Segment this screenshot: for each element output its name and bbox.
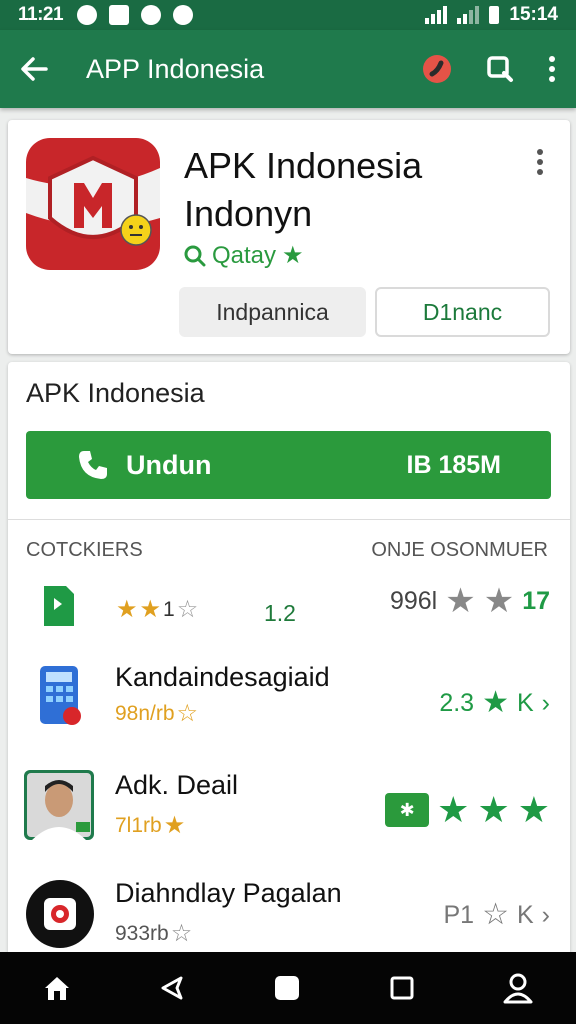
clock-icon (77, 5, 98, 25)
list-item-name: Diahndlay Pagalan (115, 878, 342, 908)
star-icon: ★ (445, 582, 476, 620)
rating-text: Qatay (212, 242, 277, 269)
list-item[interactable]: Kandaindesagiaid 98n/rb ☆ 2.3 ★ K › (8, 654, 570, 754)
puzzle-icon: ✱ (385, 793, 430, 827)
star-icon: ★ (482, 686, 509, 719)
list-item-count: P1 (443, 900, 475, 929)
back-arrow-icon[interactable] (20, 55, 48, 83)
list-item-name: Adk. Deail (115, 770, 239, 800)
list-item-rating: ★ ★ 1 ☆ (116, 598, 198, 622)
star-icon: ★ (483, 582, 515, 620)
install-size: IB 185M (406, 450, 501, 479)
search-icon[interactable] (486, 55, 514, 83)
list-item-right: ✱ ★ ★ ★ (385, 792, 550, 828)
image-icon (109, 5, 130, 25)
install-label: Undun (126, 449, 212, 480)
list-item-right: 996l ★ ★ 17 (390, 584, 550, 618)
star-icon: ★ (163, 812, 186, 839)
star-icon: ★ (139, 596, 162, 623)
primary-button[interactable]: Indpannica (179, 287, 366, 337)
status-time-right: 15:14 (509, 4, 558, 25)
app-logo-icon (26, 138, 160, 270)
status-bar: 11:21 15:14 (0, 0, 576, 30)
list-item-sub: 7l1rb ★ (115, 812, 186, 839)
card-more-icon[interactable] (536, 148, 544, 181)
toolbar-title: APP Indonesia (86, 53, 265, 84)
list-item-suffix: K (516, 688, 534, 717)
section-title: APK Indonesia (26, 378, 205, 408)
list-item-right: 2.3 ★ K › (439, 688, 550, 718)
record-icon[interactable] (422, 54, 452, 84)
secondary-button[interactable]: D1nanc (375, 287, 550, 337)
list-item-sub: 98n/rb ☆ (115, 700, 199, 727)
app-switch-icon[interactable] (272, 973, 302, 1003)
column-header-right: ONJE OSONMUER (371, 539, 548, 561)
list-item-right: P1 ☆ K › (443, 900, 550, 930)
app-header-card: APK Indonesia Indonyn Qatay ★ Indpannica… (8, 120, 570, 354)
signal-icon-2 (457, 6, 480, 24)
list-item-count: 996l (389, 586, 438, 615)
list-item-sub: 933rb ☆ (115, 920, 193, 947)
app-rating: Qatay ★ (184, 242, 304, 270)
profile-icon[interactable] (502, 972, 534, 1004)
camera-icon (26, 880, 94, 948)
calculator-icon (40, 666, 81, 725)
star-outline-icon: ☆ (176, 700, 199, 727)
details-card: APK Indonesia Undun IB 185M COTCKIERS ON… (8, 362, 570, 962)
battery-icon (489, 6, 500, 24)
list-item-suffix: 17 (522, 586, 550, 615)
chevron-right-icon[interactable]: › (542, 901, 550, 930)
search-icon (184, 245, 206, 267)
info-icon (173, 5, 194, 25)
list-item-suffix: K (516, 900, 534, 929)
toolbar-actions (422, 54, 556, 84)
system-nav-bar (0, 952, 576, 1024)
app-title: APK Indonesia Indonyn (184, 145, 423, 234)
list-item-name: Kandaindesagiaid (115, 662, 330, 692)
star-icon: ★ (116, 596, 138, 623)
star-icon: ★ (282, 242, 304, 269)
star-half-icon: ★ (517, 789, 550, 830)
more-vert-icon[interactable] (548, 55, 556, 83)
sync-icon (141, 5, 162, 25)
star-outline-icon: ☆ (482, 898, 509, 931)
divider (8, 519, 570, 520)
column-header-left: COTCKIERS (26, 539, 143, 561)
list-item-count: 2.3 (439, 688, 475, 717)
tag-icon (44, 586, 74, 626)
notification-icons (77, 5, 194, 25)
status-time-left: 11:21 (18, 4, 64, 25)
home-icon[interactable] (42, 973, 72, 1003)
install-button[interactable]: Undun IB 185M (26, 431, 551, 499)
signal-icon (425, 6, 448, 24)
status-right: 15:14 (425, 4, 558, 26)
list-item[interactable]: Adk. Deail 7l1rb ★ ✱ ★ ★ ★ (8, 762, 570, 862)
list-item-version: 1.2 (264, 600, 296, 626)
recents-icon[interactable] (387, 973, 417, 1003)
star-outline-icon: ☆ (176, 596, 199, 623)
star-outline-icon: ☆ (170, 920, 193, 947)
phone-icon (79, 451, 107, 479)
chevron-right-icon[interactable]: › (542, 689, 550, 718)
back-icon[interactable] (157, 973, 187, 1003)
app-toolbar: APP Indonesia (0, 30, 576, 108)
star-icon: ★ (437, 789, 470, 830)
star-icon: ★ (477, 789, 510, 830)
list-item-sub: 1 (163, 598, 175, 621)
avatar (24, 770, 94, 840)
